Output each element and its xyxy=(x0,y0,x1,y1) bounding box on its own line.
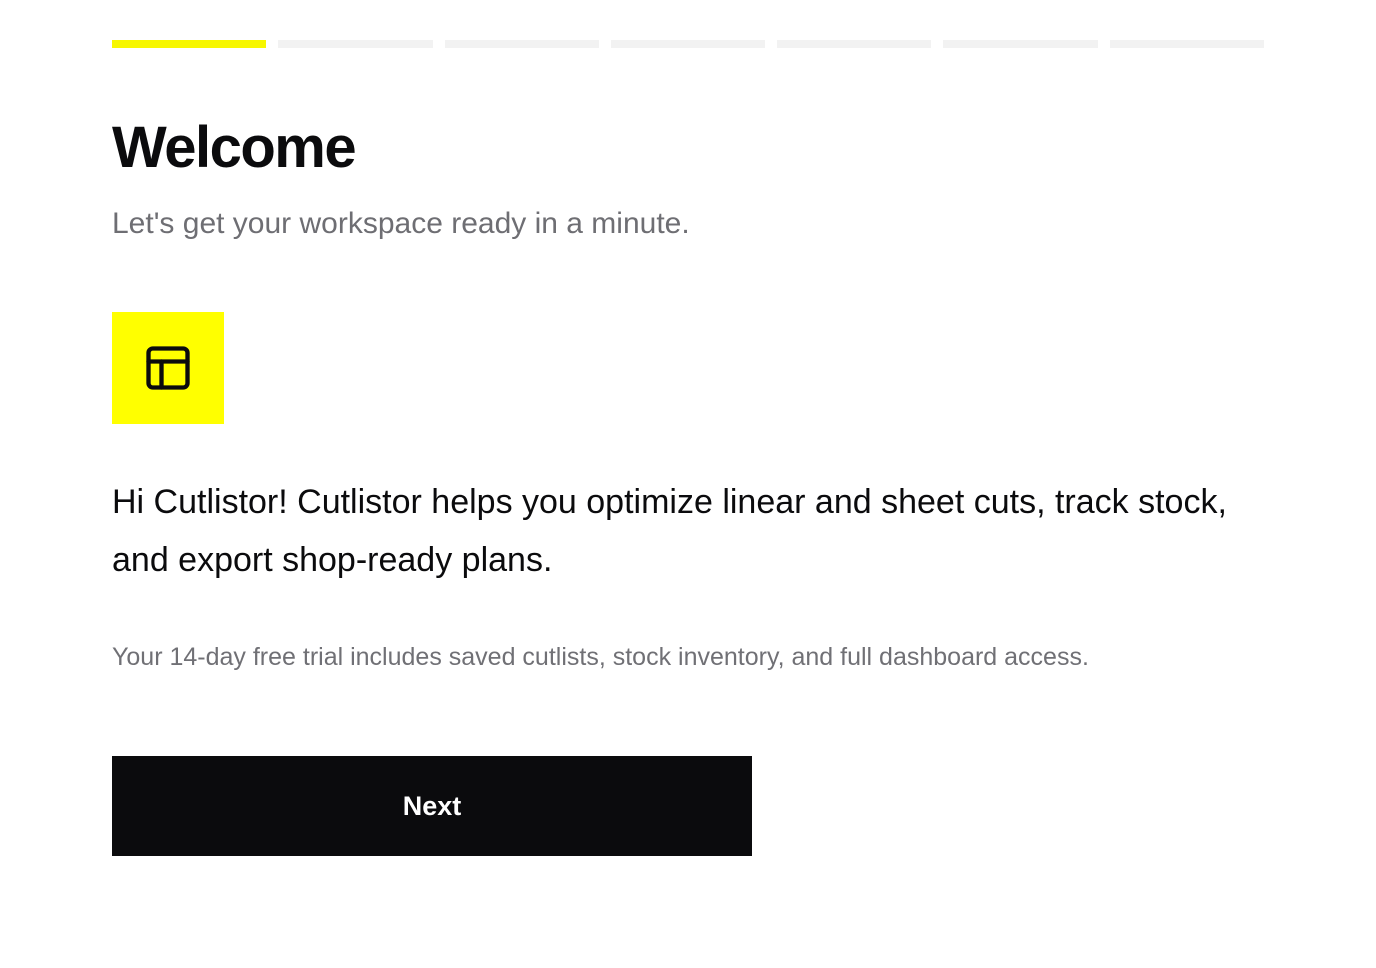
progress-step-4 xyxy=(610,40,766,48)
progress-step-3 xyxy=(444,40,599,48)
progress-step-2 xyxy=(278,40,433,48)
onboarding-page: Welcome Let's get your workspace ready i… xyxy=(0,0,1376,968)
layout-panel-icon xyxy=(146,346,190,390)
progress-step-1 xyxy=(112,40,267,48)
page-subtitle: Let's get your workspace ready in a minu… xyxy=(112,207,690,240)
welcome-intro-text: Hi Cutlistor! Cutlistor helps you optimi… xyxy=(112,483,1227,579)
progress-step-7 xyxy=(1109,40,1264,48)
page-title: Welcome xyxy=(112,115,357,180)
progress-step-6 xyxy=(943,40,1098,48)
welcome-icon-tile xyxy=(112,312,224,424)
next-button[interactable]: Next xyxy=(112,756,752,856)
trial-note: Your 14-day free trial includes saved cu… xyxy=(112,643,1089,671)
progress-step-5 xyxy=(777,40,932,48)
onboarding-progress xyxy=(112,40,1264,48)
